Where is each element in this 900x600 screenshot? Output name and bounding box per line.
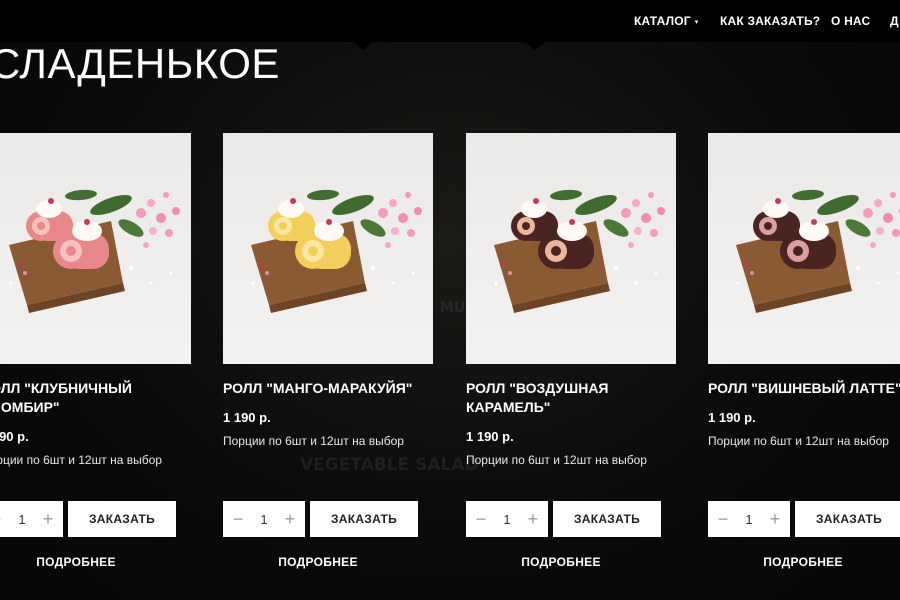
plus-icon[interactable]: +: [41, 510, 55, 528]
order-button[interactable]: ЗАКАЗАТЬ: [310, 501, 418, 537]
product-card: РОЛЛ "ВИШНЕВЫЙ ЛАТТЕ" 1 190 р. Порции по…: [708, 133, 900, 569]
product-card: РОЛЛ "КЛУБНИЧНЫЙ ПЛОМБИР" 1 190 р. Порци…: [0, 133, 201, 569]
product-actions: − 1 + ЗАКАЗАТЬ: [708, 501, 900, 537]
order-button[interactable]: ЗАКАЗАТЬ: [795, 501, 900, 537]
product-image[interactable]: [223, 133, 433, 364]
background-decoration: VEGETABLE SALAD: [300, 455, 479, 475]
product-description: Порции по 6шт и 12шт на выбор: [0, 453, 162, 467]
quantity-stepper: − 1 +: [0, 501, 63, 537]
quantity-value[interactable]: 1: [18, 512, 25, 527]
product-card: РОЛЛ "МАНГО-МАРАКУЙЯ" 1 190 р. Порции по…: [223, 133, 443, 569]
product-description: Порции по 6шт и 12шт на выбор: [466, 453, 647, 467]
product-description: Порции по 6шт и 12шт на выбор: [708, 434, 889, 448]
quantity-stepper: − 1 +: [466, 501, 548, 537]
roll-cake-illustration: [736, 189, 900, 313]
product-image[interactable]: [708, 133, 900, 364]
details-link[interactable]: ПОДРОБНЕЕ: [466, 555, 656, 569]
nav-item-truncated[interactable]: Д: [890, 14, 899, 28]
nav-menu: КАТАЛОГ ▾ КАК ЗАКАЗАТЬ? О НАС Д: [634, 0, 899, 42]
product-name[interactable]: РОЛЛ "МАНГО-МАРАКУЙЯ": [223, 379, 433, 398]
product-price: 1 190 р.: [0, 429, 29, 444]
nav-item-about[interactable]: О НАС: [831, 14, 890, 28]
product-image[interactable]: [466, 133, 676, 364]
product-price: 1 190 р.: [466, 429, 514, 444]
chevron-down-icon: ▾: [694, 19, 699, 26]
plus-icon[interactable]: +: [768, 510, 782, 528]
product-description: Порции по 6шт и 12шт на выбор: [223, 434, 404, 448]
roll-cake-illustration: [494, 189, 665, 313]
order-button[interactable]: ЗАКАЗАТЬ: [68, 501, 176, 537]
product-name[interactable]: РОЛЛ "ВИШНЕВЫЙ ЛАТТЕ": [708, 379, 900, 398]
nav-notch-decoration: [525, 42, 545, 50]
quantity-value[interactable]: 1: [503, 512, 510, 527]
quantity-stepper: − 1 +: [223, 501, 305, 537]
roll-cake-illustration: [251, 189, 422, 313]
top-navbar: КАТАЛОГ ▾ КАК ЗАКАЗАТЬ? О НАС Д: [0, 0, 900, 42]
details-link[interactable]: ПОДРОБНЕЕ: [0, 555, 171, 569]
order-button[interactable]: ЗАКАЗАТЬ: [553, 501, 661, 537]
product-image[interactable]: [0, 133, 191, 364]
nav-notch-decoration: [353, 42, 373, 50]
product-actions: − 1 + ЗАКАЗАТЬ: [0, 501, 176, 537]
plus-icon[interactable]: +: [283, 510, 297, 528]
product-card: РОЛЛ "ВОЗДУШНАЯ КАРАМЕЛЬ" 1 190 р. Порци…: [466, 133, 686, 569]
page-title: СЛАДЕНЬКОЕ: [0, 40, 280, 87]
minus-icon[interactable]: −: [0, 510, 3, 528]
minus-icon[interactable]: −: [474, 510, 488, 528]
nav-item-catalog[interactable]: КАТАЛОГ ▾: [634, 14, 720, 28]
product-name[interactable]: РОЛЛ "ВОЗДУШНАЯ КАРАМЕЛЬ": [466, 379, 676, 417]
minus-icon[interactable]: −: [231, 510, 245, 528]
product-actions: − 1 + ЗАКАЗАТЬ: [466, 501, 661, 537]
quantity-value[interactable]: 1: [745, 512, 752, 527]
nav-item-how-to-order[interactable]: КАК ЗАКАЗАТЬ?: [720, 14, 831, 28]
product-price: 1 190 р.: [223, 410, 271, 425]
product-actions: − 1 + ЗАКАЗАТЬ: [223, 501, 418, 537]
quantity-stepper: − 1 +: [708, 501, 790, 537]
roll-cake-illustration: [9, 189, 180, 313]
quantity-value[interactable]: 1: [260, 512, 267, 527]
product-price: 1 190 р.: [708, 410, 756, 425]
product-name[interactable]: РОЛЛ "КЛУБНИЧНЫЙ ПЛОМБИР": [0, 379, 191, 417]
plus-icon[interactable]: +: [526, 510, 540, 528]
minus-icon[interactable]: −: [716, 510, 730, 528]
details-link[interactable]: ПОДРОБНЕЕ: [708, 555, 898, 569]
details-link[interactable]: ПОДРОБНЕЕ: [223, 555, 413, 569]
